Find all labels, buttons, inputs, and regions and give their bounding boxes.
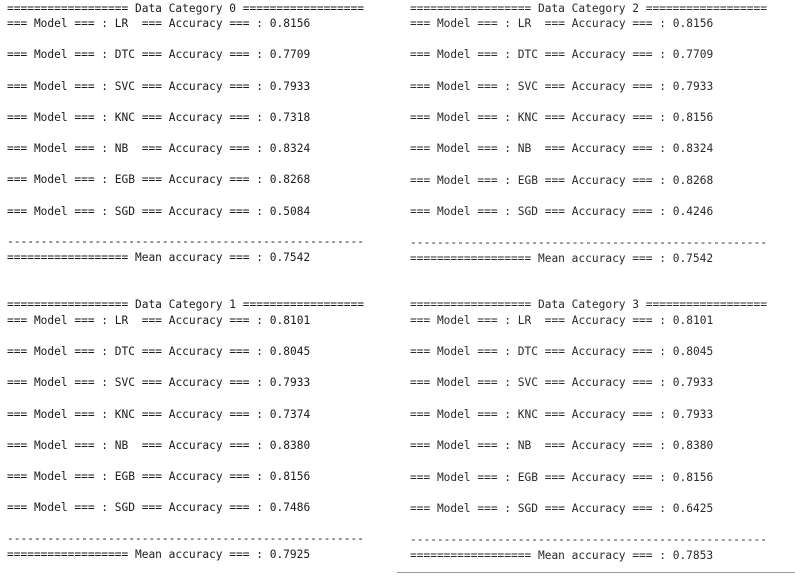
result-row: === Model === : DTC === Accuracy === : 0… <box>410 48 714 61</box>
output-panel-category-0: ================== Data Category 0 =====… <box>0 0 392 287</box>
result-row: === Model === : SVC === Accuracy === : 0… <box>410 80 714 93</box>
result-row: === Model === : EGB === Accuracy === : 0… <box>410 174 714 187</box>
result-row: === Model === : KNC === Accuracy === : 0… <box>7 408 311 421</box>
category-header: ================== Data Category 3 =====… <box>410 298 767 311</box>
result-row: === Model === : NB === Accuracy === : 0.… <box>7 439 311 452</box>
result-row: === Model === : DTC === Accuracy === : 0… <box>410 345 714 358</box>
result-row: === Model === : LR === Accuracy === : 0.… <box>410 17 714 30</box>
result-row: === Model === : EGB === Accuracy === : 0… <box>7 173 311 186</box>
category-header: ================== Data Category 2 =====… <box>410 2 767 15</box>
result-row: === Model === : LR === Accuracy === : 0.… <box>410 314 714 327</box>
result-row: === Model === : SVC === Accuracy === : 0… <box>410 376 714 389</box>
separator-line: ----------------------------------------… <box>410 533 767 546</box>
result-row: === Model === : EGB === Accuracy === : 0… <box>410 471 714 484</box>
output-panel-category-1: ================== Data Category 1 =====… <box>0 290 392 577</box>
mean-accuracy-line: ================== Mean accuracy === : 0… <box>410 549 714 562</box>
mean-accuracy-line: ================== Mean accuracy === : 0… <box>410 252 714 265</box>
result-row: === Model === : DTC === Accuracy === : 0… <box>7 48 311 61</box>
separator-line: ----------------------------------------… <box>410 236 767 249</box>
result-row: === Model === : NB === Accuracy === : 0.… <box>7 142 311 155</box>
result-row: === Model === : EGB === Accuracy === : 0… <box>7 470 311 483</box>
result-row: === Model === : SGD === Accuracy === : 0… <box>7 501 311 514</box>
result-row: === Model === : SGD === Accuracy === : 0… <box>7 205 311 218</box>
output-panel-category-3: ================== Data Category 3 =====… <box>400 290 792 577</box>
mean-accuracy-line: ================== Mean accuracy === : 0… <box>7 251 311 264</box>
category-header: ================== Data Category 0 =====… <box>7 2 364 15</box>
result-row: === Model === : LR === Accuracy === : 0.… <box>7 17 311 30</box>
result-row: === Model === : SVC === Accuracy === : 0… <box>7 376 311 389</box>
panel-bottom-border <box>397 572 795 573</box>
result-row: === Model === : DTC === Accuracy === : 0… <box>7 345 311 358</box>
result-row: === Model === : SGD === Accuracy === : 0… <box>410 502 714 515</box>
result-row: === Model === : KNC === Accuracy === : 0… <box>7 111 311 124</box>
output-panel-category-2: ================== Data Category 2 =====… <box>400 0 792 287</box>
separator-line: ----------------------------------------… <box>7 532 364 545</box>
category-header: ================== Data Category 1 =====… <box>7 298 364 311</box>
result-row: === Model === : NB === Accuracy === : 0.… <box>410 439 714 452</box>
result-row: === Model === : NB === Accuracy === : 0.… <box>410 142 714 155</box>
result-row: === Model === : KNC === Accuracy === : 0… <box>410 111 714 124</box>
mean-accuracy-line: ================== Mean accuracy === : 0… <box>7 548 311 561</box>
result-row: === Model === : LR === Accuracy === : 0.… <box>7 314 311 327</box>
result-row: === Model === : SVC === Accuracy === : 0… <box>7 80 311 93</box>
result-row: === Model === : SGD === Accuracy === : 0… <box>410 205 714 218</box>
result-row: === Model === : KNC === Accuracy === : 0… <box>410 408 714 421</box>
separator-line: ----------------------------------------… <box>7 235 364 248</box>
